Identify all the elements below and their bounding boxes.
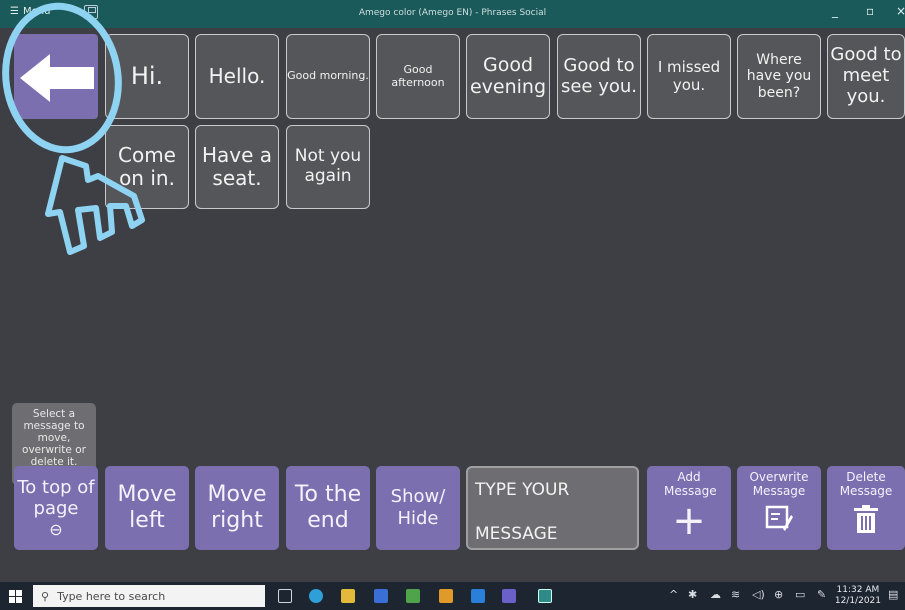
- move-left-button[interactable]: Move left: [105, 466, 189, 550]
- network-status-icon[interactable]: ✱: [688, 588, 697, 601]
- wifi-icon[interactable]: ≋: [731, 588, 740, 601]
- to-top-button[interactable]: To top of page ⊖: [14, 466, 98, 550]
- amego-app-icon[interactable]: [538, 589, 552, 603]
- clock-date: 12/1/2021: [834, 596, 881, 607]
- app-icon[interactable]: [439, 589, 453, 603]
- phrase-tile[interactable]: Have a seat.: [195, 125, 279, 209]
- windows-start-icon[interactable]: [9, 590, 22, 603]
- window-title: Amego color (Amego EN) - Phrases Social: [358, 8, 547, 18]
- onedrive-icon[interactable]: ☁: [710, 588, 721, 601]
- back-button[interactable]: [14, 34, 98, 119]
- edit-note-icon: [765, 505, 793, 531]
- to-end-label: To the end: [294, 481, 362, 533]
- move-right-label: Move right: [207, 481, 267, 533]
- message-input[interactable]: TYPE YOUR MESSAGE: [466, 466, 639, 550]
- phrase-tile[interactable]: Not you again: [286, 125, 370, 209]
- volume-icon[interactable]: ◁): [752, 588, 765, 601]
- show-hide-label: Show/ Hide: [390, 486, 446, 529]
- notification-icon[interactable]: ▤: [888, 588, 898, 601]
- zoom-icon[interactable]: [374, 589, 388, 603]
- phrase-tile[interactable]: Come on in.: [105, 125, 189, 209]
- task-view-icon[interactable]: [278, 589, 292, 603]
- phrase-tile[interactable]: Good evening: [466, 34, 550, 119]
- teams-icon[interactable]: [502, 589, 516, 603]
- overwrite-message-label: Overwrite Message: [749, 470, 809, 499]
- circle-arrow-left-icon: ⊖: [49, 520, 63, 539]
- chevron-up-icon[interactable]: ^: [669, 588, 678, 601]
- to-top-label: To top of page: [17, 476, 95, 520]
- phrase-tile[interactable]: Good morning.: [286, 34, 370, 119]
- phrase-tile[interactable]: I missed you.: [647, 34, 731, 119]
- phrase-tile[interactable]: Hello.: [195, 34, 279, 119]
- add-message-label: Add Message: [664, 470, 717, 499]
- plus-icon: +: [672, 497, 706, 544]
- taskbar: ⚲ Type here to search ^ ✱ ☁ ≋ ◁) ⊕ ▭ ✎ 1…: [0, 582, 905, 610]
- phrase-tile[interactable]: Good to see you.: [557, 34, 641, 119]
- close-button[interactable]: ×: [896, 4, 905, 18]
- delete-message-button[interactable]: Delete Message: [827, 466, 905, 550]
- title-bar: ☰ Menu Amego color (Amego EN) - Phrases …: [0, 0, 905, 28]
- edge-icon[interactable]: [309, 589, 323, 603]
- search-placeholder: Type here to search: [57, 589, 166, 603]
- globe-icon[interactable]: ⊕: [774, 588, 783, 601]
- delete-message-label: Delete Message: [839, 470, 893, 499]
- arrow-left-icon: [20, 54, 94, 102]
- pen-icon[interactable]: ✎: [817, 588, 826, 601]
- clock[interactable]: 11:32 AM 12/1/2021: [835, 585, 881, 608]
- clock-time: 11:32 AM: [836, 585, 880, 595]
- maximize-button[interactable]: ▫: [866, 4, 874, 18]
- phrase-tile[interactable]: Hi.: [105, 34, 189, 119]
- minimize-button[interactable]: _: [832, 4, 838, 18]
- taskbar-search[interactable]: ⚲ Type here to search: [33, 585, 265, 607]
- add-message-button[interactable]: Add Message +: [647, 466, 731, 550]
- spreadsheet-icon[interactable]: [406, 589, 420, 603]
- battery-icon[interactable]: ▭: [795, 588, 805, 601]
- phrase-tile[interactable]: Where have you been?: [737, 34, 821, 119]
- trash-icon: [854, 504, 878, 533]
- to-end-button[interactable]: To the end: [286, 466, 370, 550]
- phrase-tile[interactable]: Good afternoon: [376, 34, 460, 119]
- move-right-button[interactable]: Move right: [195, 466, 279, 550]
- message-line-1: TYPE YOUR: [475, 480, 570, 500]
- show-hide-button[interactable]: Show/ Hide: [376, 466, 460, 550]
- move-left-label: Move left: [117, 481, 177, 533]
- phrase-tile[interactable]: Good to meet you.: [827, 34, 905, 119]
- search-icon: ⚲: [41, 589, 50, 603]
- overwrite-message-button[interactable]: Overwrite Message: [737, 466, 821, 550]
- message-line-2: MESSAGE: [475, 524, 558, 544]
- outlook-icon[interactable]: [471, 589, 485, 603]
- file-explorer-icon[interactable]: [341, 589, 355, 603]
